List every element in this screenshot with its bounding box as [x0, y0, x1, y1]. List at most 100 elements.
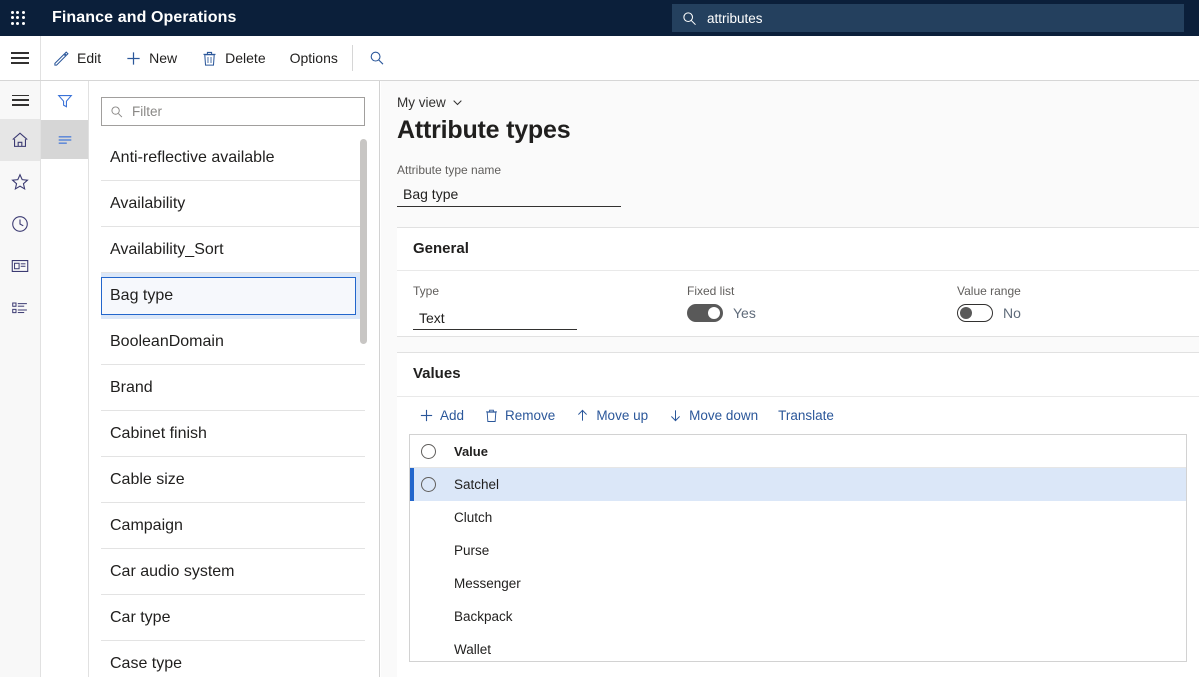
list-item-label: BooleanDomain — [110, 333, 224, 351]
app-launcher-icon[interactable] — [0, 0, 36, 36]
search-icon — [682, 11, 697, 26]
table-row[interactable]: Wallet — [410, 633, 1186, 662]
type-field: Type Text — [413, 284, 577, 330]
main-content: My view Attribute types Attribute type n… — [381, 81, 1199, 677]
cell-value: Clutch — [410, 510, 492, 525]
lines-pane-toggle[interactable] — [41, 120, 88, 159]
filter-input-placeholder: Filter — [132, 104, 162, 119]
filter-pane-toggle[interactable] — [41, 81, 88, 120]
plus-icon — [419, 408, 434, 423]
page-title: Attribute types — [397, 116, 570, 145]
attribute-type-name-value: Bag type — [403, 186, 458, 202]
list-item[interactable]: Car type — [101, 595, 365, 641]
view-selector-label: My view — [397, 95, 446, 110]
list-item-label: Cabinet finish — [110, 425, 207, 443]
list-item[interactable]: Brand — [101, 365, 365, 411]
add-value-button[interactable]: Add — [409, 404, 474, 427]
value-range-field: Value range No — [957, 284, 1021, 322]
list-item[interactable]: Cabinet finish — [101, 411, 365, 457]
attribute-type-list[interactable]: Anti-reflective available Availability A… — [101, 135, 380, 677]
fixed-list-field: Fixed list Yes — [687, 284, 756, 322]
section-divider — [397, 270, 1199, 271]
list-item-label: Cable size — [110, 471, 185, 489]
list-item[interactable]: Availability — [101, 181, 365, 227]
cell-value: Purse — [410, 543, 489, 558]
list-item-label: Car type — [110, 609, 170, 627]
general-section-title: General — [413, 240, 469, 257]
filter-input[interactable]: Filter — [101, 97, 365, 126]
list-item[interactable]: Campaign — [101, 503, 365, 549]
list-item[interactable]: Case type — [101, 641, 365, 677]
table-row[interactable]: Messenger — [410, 567, 1186, 600]
fixed-list-state: Yes — [733, 305, 756, 321]
fixed-list-toggle[interactable] — [687, 304, 723, 322]
rail-item-favorites[interactable] — [0, 161, 40, 203]
list-scrollbar[interactable] — [360, 139, 367, 344]
new-button-label: New — [149, 50, 177, 66]
global-search-value: attributes — [707, 11, 763, 26]
fixed-list-label: Fixed list — [687, 284, 756, 298]
move-up-label: Move up — [596, 408, 648, 423]
value-range-label: Value range — [957, 284, 1021, 298]
options-button[interactable]: Options — [278, 36, 350, 80]
list-item-label: Anti-reflective available — [110, 149, 275, 167]
general-section: General Type Text Fixed list Yes Value r… — [397, 227, 1199, 337]
clock-icon — [10, 214, 30, 234]
row-select-radio[interactable] — [410, 477, 446, 492]
arrow-down-icon — [668, 408, 683, 423]
table-row[interactable]: Satchel — [410, 468, 1186, 501]
attribute-type-list-pane: Filter Anti-reflective available Availab… — [89, 81, 380, 677]
table-row[interactable]: Backpack — [410, 600, 1186, 633]
type-field-input[interactable]: Text — [413, 306, 577, 330]
filter-strip — [41, 81, 89, 677]
delete-button[interactable]: Delete — [189, 36, 277, 80]
values-section: Values Add — [397, 352, 1199, 677]
list-item[interactable]: Anti-reflective available — [101, 135, 365, 181]
rail-item-modules[interactable] — [0, 287, 40, 329]
toolbar-divider — [352, 45, 353, 71]
select-all-radio[interactable] — [410, 444, 446, 459]
list-icon — [10, 298, 30, 318]
list-item[interactable]: Availability_Sort — [101, 227, 365, 273]
app-title: Finance and Operations — [52, 9, 236, 27]
options-button-label: Options — [290, 50, 338, 66]
list-item-label: Availability — [110, 195, 185, 213]
list-item-selected[interactable]: Bag type — [101, 273, 365, 319]
edit-button[interactable]: Edit — [41, 36, 113, 80]
rail-item-hamburger[interactable] — [0, 81, 40, 119]
hamburger-menu-icon[interactable] — [0, 36, 41, 80]
star-icon — [10, 172, 30, 192]
new-button[interactable]: New — [113, 36, 189, 80]
attribute-type-name-label: Attribute type name — [397, 163, 501, 177]
list-item-label: Availability_Sort — [110, 241, 224, 259]
list-item-label: Brand — [110, 379, 153, 397]
rail-item-workspaces[interactable] — [0, 245, 40, 287]
cell-value: Satchel — [446, 477, 499, 492]
translate-label: Translate — [778, 408, 834, 423]
table-row[interactable]: Purse — [410, 534, 1186, 567]
page-search-button[interactable] — [355, 36, 399, 80]
rail-item-recent[interactable] — [0, 203, 40, 245]
list-item[interactable]: Cable size — [101, 457, 365, 503]
rail-item-home[interactable] — [0, 119, 40, 161]
move-down-button[interactable]: Move down — [658, 404, 768, 427]
attribute-type-name-input[interactable]: Bag type — [397, 181, 621, 207]
list-item[interactable]: Car audio system — [101, 549, 365, 595]
view-selector[interactable]: My view — [397, 95, 463, 110]
move-up-button[interactable]: Move up — [565, 404, 658, 427]
chevron-down-icon — [452, 97, 463, 108]
global-search-box[interactable]: attributes — [672, 4, 1184, 32]
column-header-value: Value — [446, 444, 488, 459]
list-item-label: Bag type — [101, 277, 356, 315]
values-toolbar: Add Remove — [397, 396, 1199, 434]
translate-button[interactable]: Translate — [768, 404, 844, 427]
trash-icon — [201, 50, 218, 67]
value-range-toggle[interactable] — [957, 304, 993, 322]
type-field-value: Text — [419, 310, 445, 326]
edit-button-label: Edit — [77, 50, 101, 66]
list-item[interactable]: BooleanDomain — [101, 319, 365, 365]
workspace-icon — [10, 256, 30, 276]
remove-value-button[interactable]: Remove — [474, 404, 565, 427]
grid-header-row: Value — [410, 435, 1186, 468]
table-row[interactable]: Clutch — [410, 501, 1186, 534]
